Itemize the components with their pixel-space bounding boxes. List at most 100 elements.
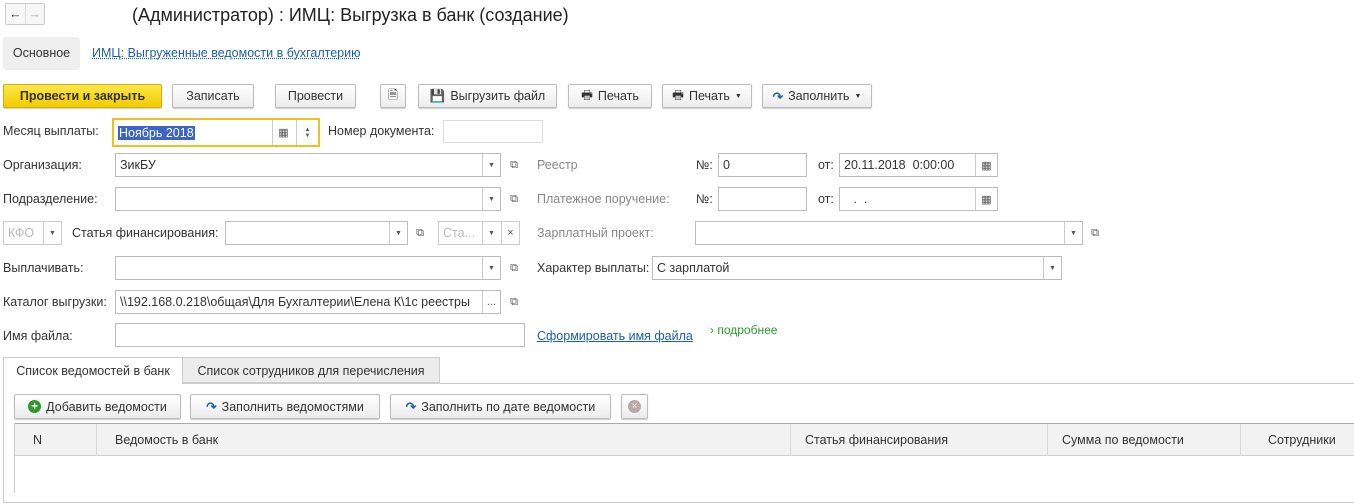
- pay-label: Выплачивать:: [3, 261, 84, 275]
- salary-project-label: Зарплатный проект:: [537, 226, 654, 240]
- registry-num-label: №:: [696, 158, 713, 172]
- delete-button[interactable]: ×: [621, 394, 648, 419]
- pay-field[interactable]: ▼: [115, 256, 501, 280]
- fill-date-label: Заполнить по дате ведомости: [421, 399, 596, 414]
- registry-num-field[interactable]: 0: [718, 153, 807, 177]
- print-label: Печать: [597, 89, 639, 103]
- open-icon[interactable]: ⧉: [504, 256, 524, 280]
- open-icon[interactable]: ⧉: [504, 187, 524, 211]
- month-value: Ноябрь 2018: [118, 125, 195, 140]
- fill-by-date-button[interactable]: ↷ Заполнить по дате ведомости: [390, 394, 611, 419]
- tab-employees[interactable]: Список сотрудников для перечисления: [183, 357, 440, 383]
- month-stepper[interactable]: ▲ ▼: [296, 120, 318, 145]
- pay-type-value: С зарплатой: [657, 261, 730, 275]
- add-label: Добавить ведомости: [46, 399, 167, 414]
- fill-lists-label: Заполнить ведомостями: [221, 399, 364, 414]
- printer-icon: 🖶: [672, 87, 684, 102]
- chevron-down-icon: ▼: [734, 92, 742, 100]
- save-label: Записать: [186, 89, 240, 103]
- org-field[interactable]: ЗикБУ ▼: [115, 153, 501, 177]
- catalog-field[interactable]: \\192.168.0.218\общая\Для Бухгалтерии\Ел…: [115, 290, 501, 314]
- document-clock-icon: 🗎: [387, 87, 399, 102]
- catalog-label: Каталог выгрузки:: [3, 295, 107, 309]
- fill-menu-button[interactable]: ↷ Заполнить ▼: [762, 84, 872, 108]
- document-history-button[interactable]: 🗎: [380, 84, 406, 108]
- col-statement[interactable]: Ведомость в банк: [97, 424, 791, 456]
- docnum-field[interactable]: [443, 120, 543, 143]
- org-value: ЗикБУ: [120, 158, 156, 172]
- chevron-down-icon[interactable]: ▼: [482, 154, 500, 176]
- more-label: подробнее: [717, 323, 778, 337]
- save-button[interactable]: Записать: [172, 84, 254, 108]
- post-close-label: Провести и закрыть: [19, 89, 146, 103]
- registry-date-field[interactable]: 20.11.2018 0:00:00 ▦: [839, 153, 998, 177]
- fill-label: Заполнить: [788, 89, 850, 103]
- fill-arrow-icon: ↷: [405, 400, 417, 414]
- chevron-down-icon[interactable]: ▼: [482, 222, 500, 244]
- nav-buttons: ← →: [5, 3, 45, 25]
- col-fin[interactable]: Статья финансирования: [791, 424, 1048, 456]
- open-icon[interactable]: ⧉: [410, 221, 430, 245]
- pay-type-label: Характер выплаты:: [537, 261, 650, 275]
- docnum-label: Номер документа:: [328, 124, 435, 138]
- make-filename-link[interactable]: Сформировать имя файла: [537, 329, 693, 343]
- col-sum[interactable]: Сумма по ведомости: [1048, 424, 1241, 456]
- registry-from-label: от:: [818, 158, 834, 172]
- filename-field[interactable]: [115, 323, 525, 347]
- chevron-down-icon[interactable]: ▼: [43, 222, 61, 244]
- save-disk-icon: 💾: [429, 88, 446, 103]
- filename-label: Имя файла:: [3, 329, 73, 343]
- print-menu-button[interactable]: 🖶 Печать ▼: [662, 84, 752, 108]
- window-title: (Администратор) : ИМЦ: Выгрузка в банк (…: [132, 5, 569, 25]
- pay-type-field[interactable]: С зарплатой ▼: [652, 256, 1062, 280]
- table-header: N Ведомость в банк Статья финансирования…: [15, 423, 1354, 456]
- forward-button[interactable]: →: [26, 4, 45, 24]
- chevron-down-icon[interactable]: ▼: [482, 188, 500, 210]
- chevron-down-icon[interactable]: ▼: [482, 257, 500, 279]
- fin-label: Статья финансирования:: [72, 226, 219, 240]
- chevron-down-icon[interactable]: ▼: [1043, 257, 1061, 279]
- section-main[interactable]: Основное: [3, 37, 80, 70]
- post-close-button[interactable]: Провести и закрыть: [3, 84, 162, 108]
- tab-statements[interactable]: Список ведомостей в банк: [3, 357, 183, 384]
- fill-arrow-icon: ↷: [772, 89, 784, 104]
- export-file-button[interactable]: 💾 Выгрузить файл: [418, 84, 557, 108]
- fin-field[interactable]: ▼: [225, 221, 408, 245]
- chevron-down-icon[interactable]: ▼: [389, 222, 407, 244]
- payorder-from-label: от:: [818, 192, 834, 206]
- more-toggle[interactable]: › подробнее: [710, 323, 777, 337]
- select-folder-button[interactable]: ...: [482, 291, 500, 313]
- post-label: Провести: [287, 89, 344, 103]
- sta-placeholder: Ста...: [443, 226, 475, 240]
- col-n[interactable]: N: [15, 424, 97, 456]
- payorder-num-field[interactable]: [718, 187, 807, 211]
- registry-num-value: 0: [723, 158, 730, 172]
- section-link-exported[interactable]: ИМЦ: Выгруженные ведомости в бухгалтерию: [92, 46, 360, 60]
- post-button[interactable]: Провести: [275, 84, 356, 108]
- calendar-icon[interactable]: ▦: [975, 188, 997, 210]
- printer-icon: 🖶: [581, 87, 593, 102]
- col-employees[interactable]: Сотрудники: [1241, 424, 1354, 456]
- kfo-placeholder: КФО: [8, 226, 35, 240]
- chevron-down-icon[interactable]: ▼: [1064, 222, 1082, 244]
- clear-icon[interactable]: ×: [501, 222, 519, 244]
- open-icon[interactable]: ⧉: [504, 153, 524, 177]
- back-button[interactable]: ←: [6, 4, 26, 24]
- statements-table: N Ведомость в банк Статья финансирования…: [14, 423, 1354, 493]
- sta-field[interactable]: Ста... ▼ ×: [438, 221, 520, 245]
- payorder-num-label: №:: [696, 192, 713, 206]
- open-icon[interactable]: ⧉: [504, 290, 524, 314]
- calendar-icon[interactable]: ▦: [272, 120, 294, 145]
- payorder-date-field[interactable]: . . ▦: [839, 187, 998, 211]
- print-button[interactable]: 🖶 Печать: [568, 84, 652, 108]
- open-icon[interactable]: ⧉: [1085, 221, 1105, 245]
- salary-project-field[interactable]: ▼: [695, 221, 1083, 245]
- month-label: Месяц выплаты:: [3, 124, 99, 138]
- calendar-icon[interactable]: ▦: [975, 154, 997, 176]
- fill-statements-button[interactable]: ↷ Заполнить ведомостями: [190, 394, 380, 419]
- dept-field[interactable]: ▼: [115, 187, 501, 211]
- month-field[interactable]: Ноябрь 2018 ▦ ▲ ▼: [112, 118, 320, 147]
- add-statements-button[interactable]: + Добавить ведомости: [14, 394, 181, 419]
- kfo-field[interactable]: КФО ▼: [3, 221, 62, 245]
- payorder-label: Платежное поручение:: [537, 192, 670, 206]
